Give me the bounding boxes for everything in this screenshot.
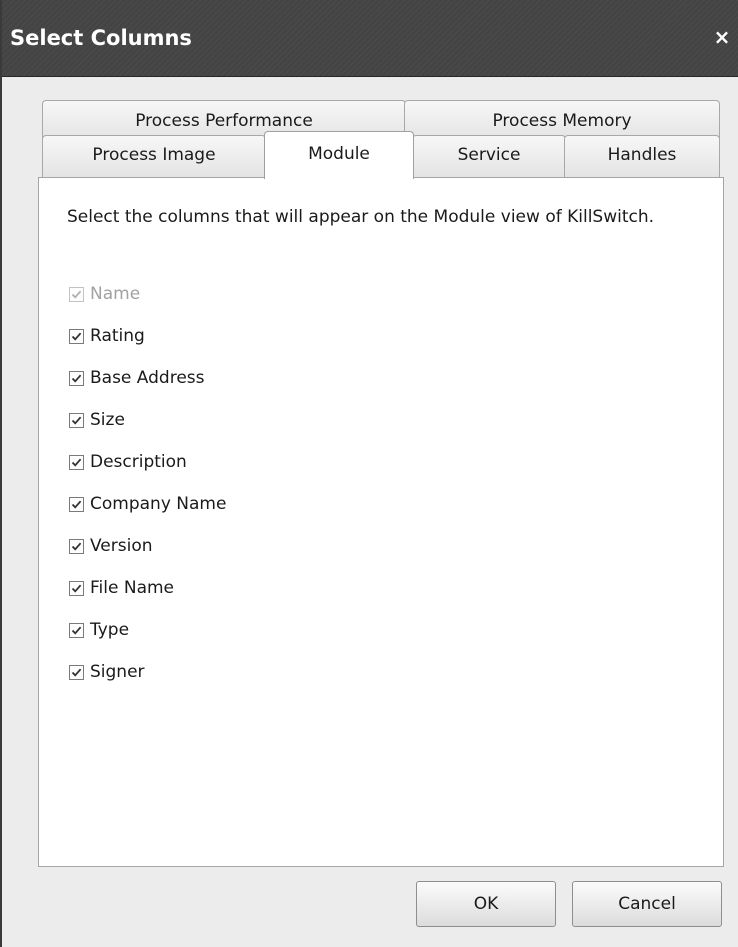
cancel-button[interactable]: Cancel — [572, 881, 722, 927]
checkbox-name — [69, 286, 84, 302]
column-option-name: Name — [69, 282, 140, 306]
title-bar[interactable]: Select Columns × — [2, 0, 738, 77]
tab-service[interactable]: Service — [412, 135, 566, 177]
column-option-label: Type — [90, 620, 130, 640]
dialog-title: Select Columns — [10, 26, 192, 50]
column-option-type[interactable]: Type — [69, 618, 129, 642]
column-option-base-address[interactable]: Base Address — [69, 366, 205, 390]
check-icon — [71, 416, 82, 425]
checkbox-version[interactable] — [69, 538, 84, 554]
column-option-label: Rating — [90, 326, 145, 346]
column-option-size[interactable]: Size — [69, 408, 125, 432]
check-icon — [71, 374, 82, 383]
column-option-company-name[interactable]: Company Name — [69, 492, 226, 516]
check-icon — [71, 542, 82, 551]
check-icon — [71, 458, 82, 467]
checkbox-type[interactable] — [69, 622, 84, 638]
ok-button[interactable]: OK — [416, 881, 556, 927]
check-icon — [71, 290, 82, 299]
close-icon: × — [713, 25, 731, 49]
select-columns-dialog: Select Columns × Process Performance Pro… — [0, 0, 738, 947]
checkbox-description[interactable] — [69, 454, 84, 470]
column-option-label: Signer — [90, 662, 145, 682]
check-icon — [71, 500, 82, 509]
column-option-label: File Name — [90, 578, 175, 598]
close-button[interactable]: × — [710, 26, 734, 50]
check-icon — [71, 584, 82, 593]
checkbox-company-name[interactable] — [69, 496, 84, 512]
instructions-text: Select the columns that will appear on t… — [67, 207, 655, 227]
check-icon — [71, 626, 82, 635]
column-option-file-name[interactable]: File Name — [69, 576, 174, 600]
column-option-label: Version — [90, 536, 153, 556]
column-option-label: Size — [90, 410, 125, 430]
column-option-rating[interactable]: Rating — [69, 324, 145, 348]
check-icon — [71, 668, 82, 677]
checkbox-size[interactable] — [69, 412, 84, 428]
tab-module[interactable]: Module — [264, 131, 414, 179]
tab-handles[interactable]: Handles — [564, 135, 720, 177]
checkbox-signer[interactable] — [69, 664, 84, 680]
checkbox-rating[interactable] — [69, 328, 84, 344]
column-option-label: Description — [90, 452, 187, 472]
column-option-label: Company Name — [90, 494, 227, 514]
checkbox-base-address[interactable] — [69, 370, 84, 386]
module-columns-panel: Select the columns that will appear on t… — [38, 177, 724, 867]
checkbox-file-name[interactable] — [69, 580, 84, 596]
column-option-version[interactable]: Version — [69, 534, 153, 558]
tab-process-image[interactable]: Process Image — [42, 135, 266, 177]
column-option-description[interactable]: Description — [69, 450, 187, 474]
column-option-label: Name — [90, 284, 141, 304]
check-icon — [71, 332, 82, 341]
column-option-label: Base Address — [90, 368, 205, 388]
tab-process-memory[interactable]: Process Memory — [404, 100, 720, 140]
column-option-signer[interactable]: Signer — [69, 660, 145, 684]
